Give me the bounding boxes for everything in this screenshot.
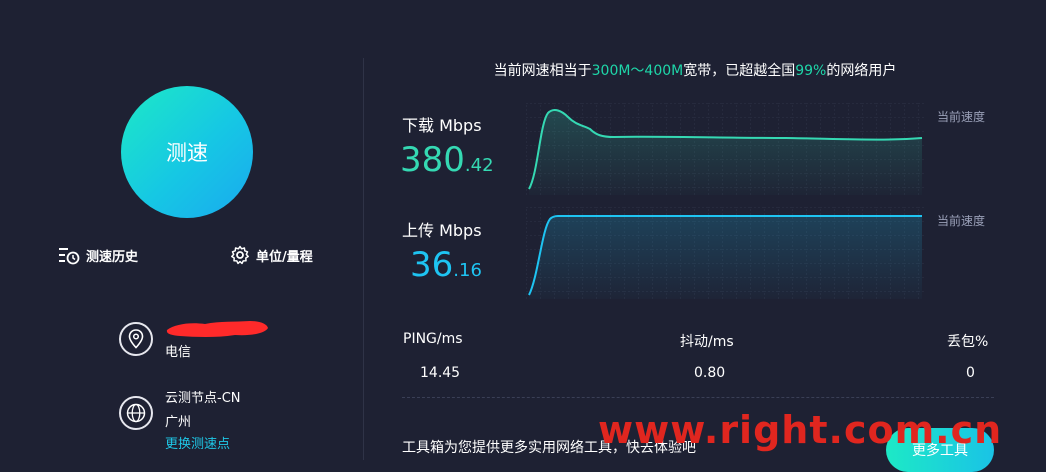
headline-range: 300M～400M — [591, 63, 684, 79]
watermark: www.right.com.cn — [598, 408, 1003, 452]
upload-label: 上传 Mbps — [402, 221, 482, 240]
result-headline: 当前网速相当于300M～400M宽带，已超越全国99%的网络用户 — [400, 60, 990, 80]
start-test-label: 测速 — [166, 141, 208, 165]
globe-icon — [119, 396, 153, 430]
jitter-label: 抖动/ms — [680, 334, 734, 350]
location-icon — [119, 322, 153, 356]
isp-name: 电信 — [165, 345, 192, 360]
upload-value-dec: .16 — [453, 260, 482, 281]
node-city: 广州 — [165, 415, 192, 430]
download-value-dec: .42 — [464, 155, 494, 176]
upload-value-int: 36 — [410, 245, 454, 285]
ping-label: PING/ms — [403, 331, 463, 347]
upload-area — [529, 216, 922, 299]
upload-value: 36.16 — [410, 245, 482, 285]
stats-divider — [402, 397, 994, 398]
download-value-int: 380 — [400, 140, 465, 180]
headline-middle: 宽带，已超越全国 — [683, 63, 796, 79]
headline-percent: 99% — [795, 63, 827, 79]
panel-divider — [363, 58, 364, 460]
headline-suffix: 的网络用户 — [826, 63, 897, 79]
units-button[interactable]: 单位/量程 — [230, 245, 313, 265]
download-value: 380.42 — [400, 140, 494, 180]
upload-graph — [526, 207, 926, 299]
jitter-value: 0.80 — [694, 365, 726, 381]
history-icon — [58, 245, 80, 265]
ping-value: 14.45 — [420, 365, 461, 381]
headline-prefix: 当前网速相当于 — [493, 63, 592, 79]
redaction-mark — [166, 321, 268, 337]
history-label: 测速历史 — [86, 249, 139, 265]
download-label: 下载 Mbps — [402, 116, 482, 135]
node-name: 云测节点-CN — [165, 391, 241, 406]
change-node-link[interactable]: 更换测速点 — [165, 434, 230, 456]
upload-current-label: 当前速度 — [937, 214, 986, 228]
gear-icon — [230, 245, 250, 265]
loss-value: 0 — [966, 365, 975, 381]
download-current-label: 当前速度 — [937, 110, 986, 124]
loss-label: 丢包% — [947, 334, 989, 350]
download-graph — [526, 103, 926, 195]
start-test-button[interactable]: 测速 — [121, 86, 253, 218]
units-label: 单位/量程 — [256, 249, 313, 265]
history-button[interactable]: 测速历史 — [58, 245, 138, 265]
